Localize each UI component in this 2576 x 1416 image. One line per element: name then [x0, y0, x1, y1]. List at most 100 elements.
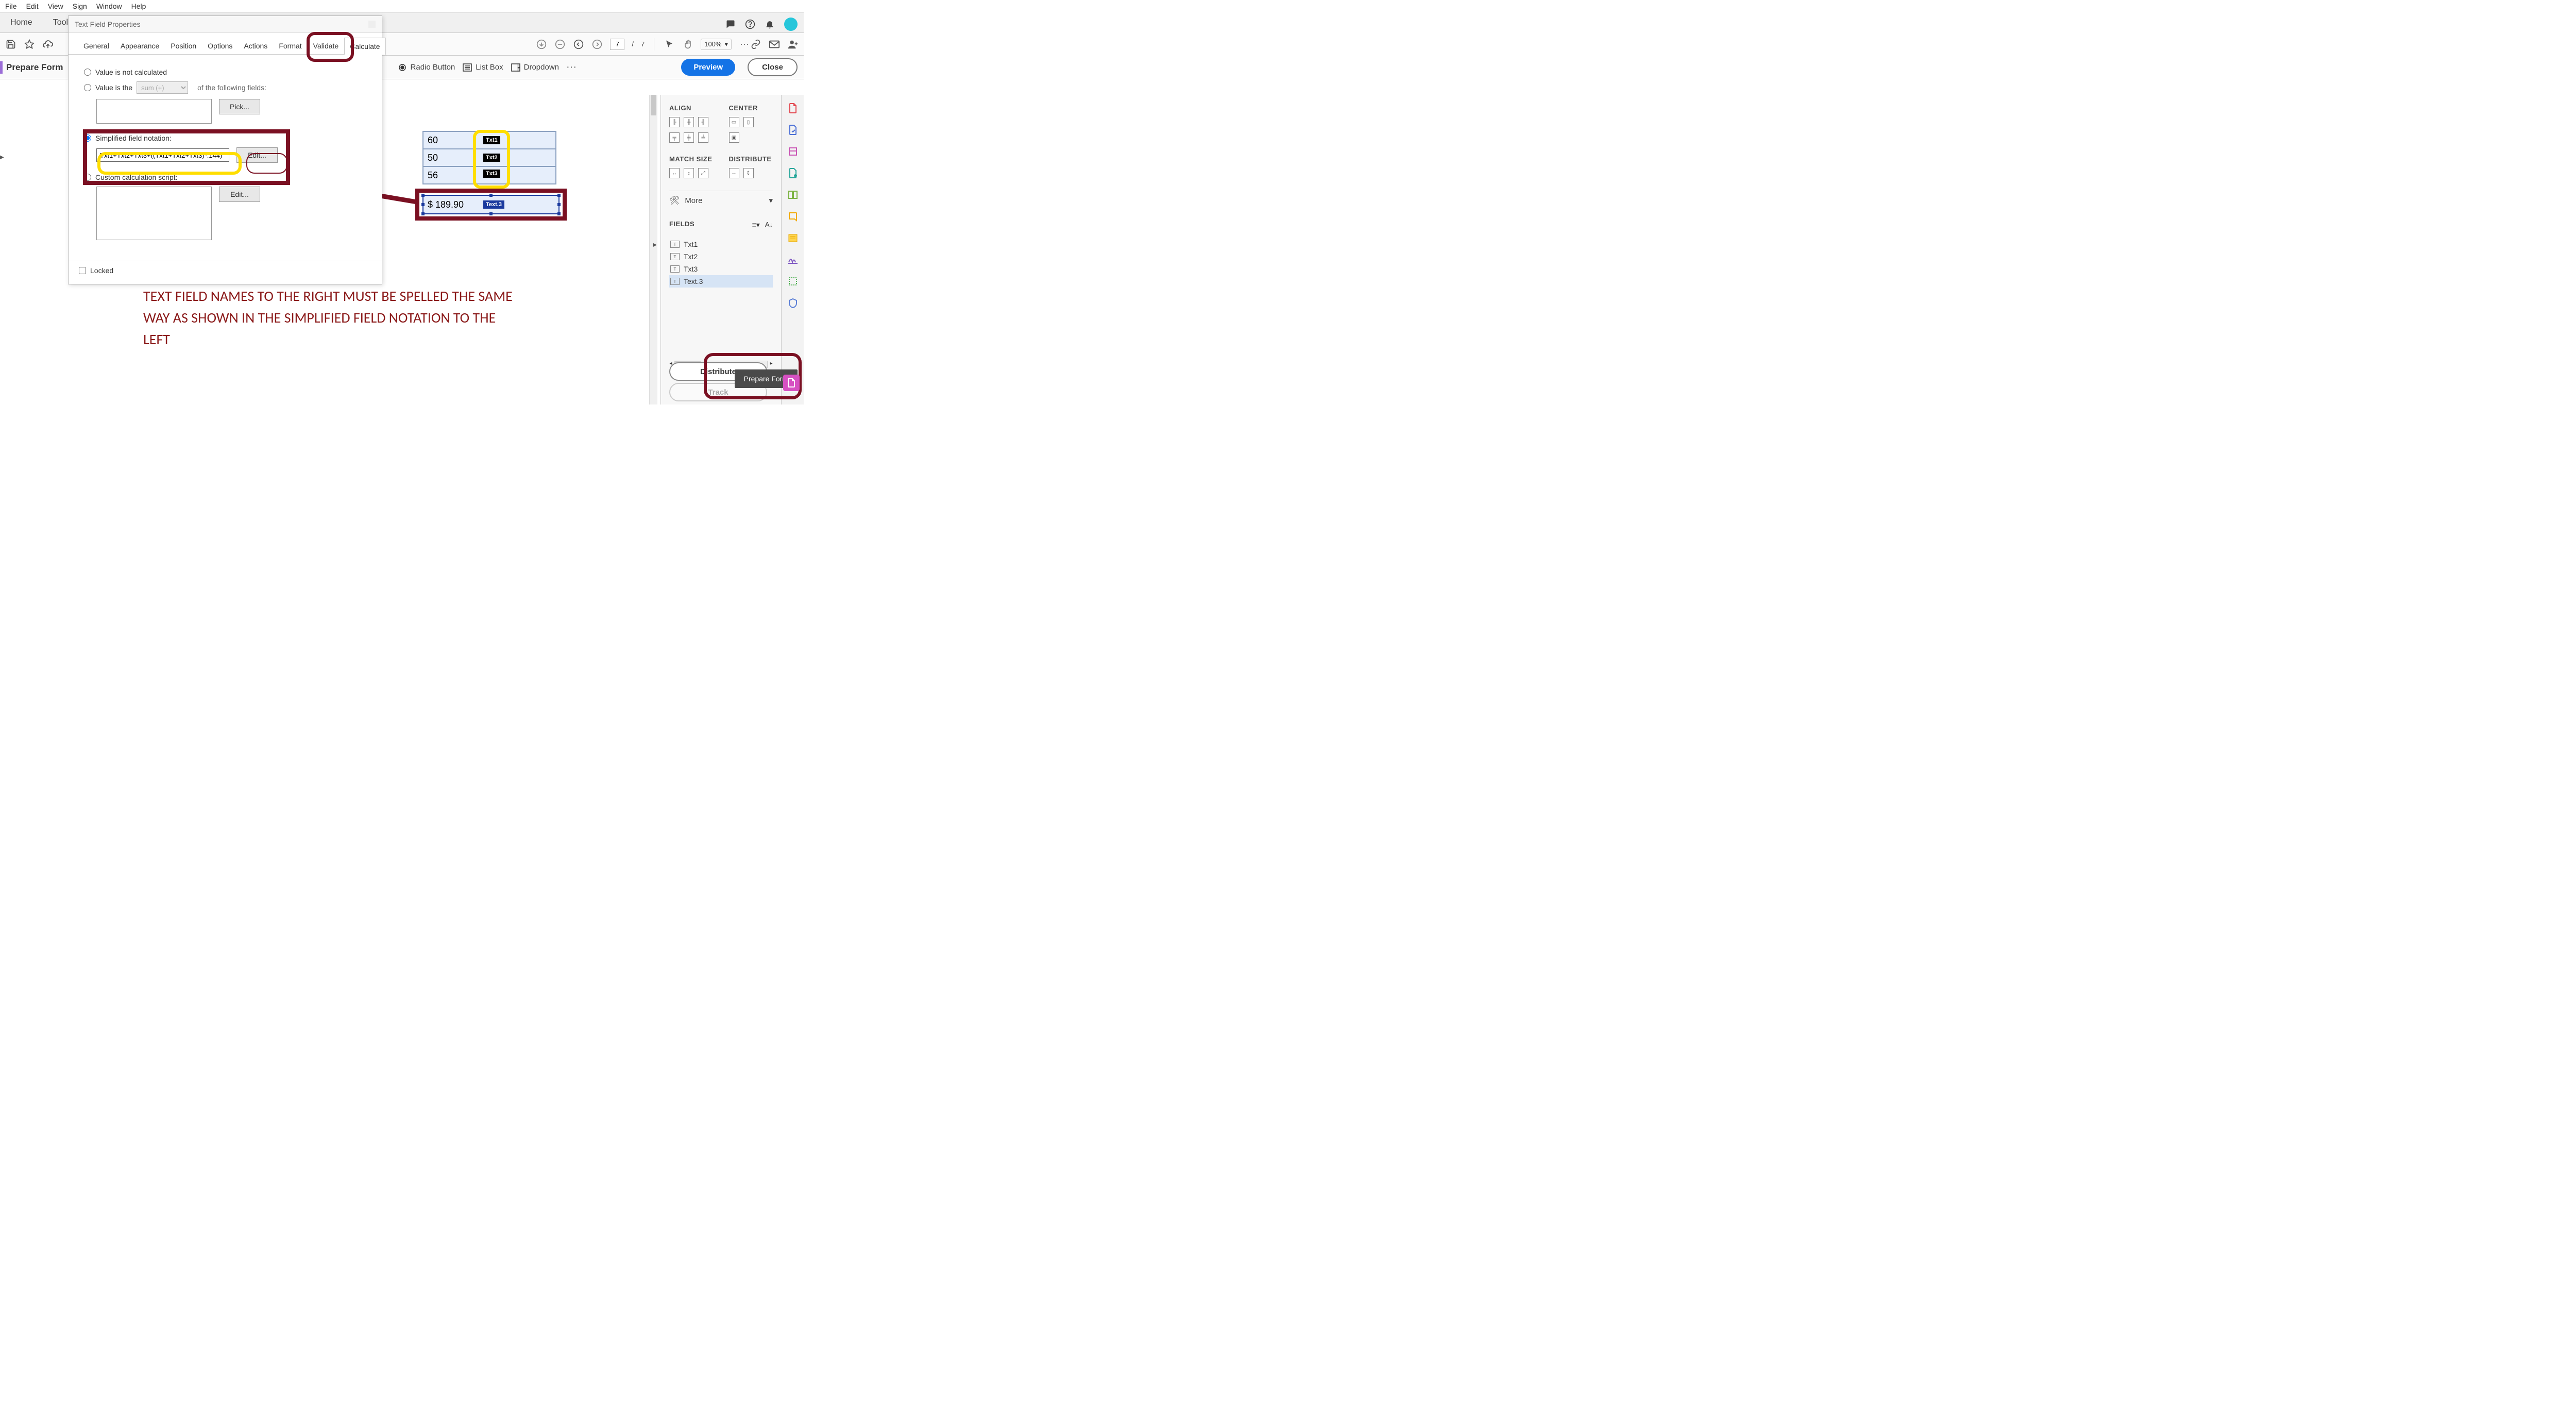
sort-az-icon[interactable]: A↓	[765, 221, 773, 229]
save-icon[interactable]	[5, 39, 16, 50]
match-width-icon[interactable]: ↔	[669, 168, 680, 178]
rail-protect-icon[interactable]	[787, 297, 799, 309]
pointer-icon[interactable]	[664, 39, 675, 50]
tab-general[interactable]: General	[78, 37, 115, 54]
edit-script-button[interactable]: Edit...	[219, 187, 260, 202]
listbox-tool[interactable]: List Box	[462, 62, 503, 73]
align-center-v-icon[interactable]: ╪	[684, 132, 694, 143]
rail-edit-icon[interactable]	[787, 145, 799, 158]
menu-view[interactable]: View	[48, 2, 63, 10]
center-both-icon[interactable]: ▣	[729, 132, 739, 143]
menu-edit[interactable]: Edit	[26, 2, 39, 10]
field-txt1-tag: Txt1	[483, 136, 500, 144]
field-txt1[interactable]: 60 Txt1	[422, 131, 556, 149]
fields-listbox[interactable]	[96, 99, 212, 124]
star-icon[interactable]	[24, 39, 35, 50]
align-left-icon[interactable]: ╟	[669, 117, 680, 127]
cloud-icon[interactable]	[42, 39, 54, 50]
right-collapse-icon[interactable]: ▶	[653, 242, 657, 248]
rail-export-icon[interactable]	[787, 124, 799, 136]
radio-button-tool[interactable]: Radio Button	[397, 62, 455, 73]
purple-indicator	[0, 61, 3, 74]
help-icon[interactable]	[745, 19, 755, 29]
rail-fill-sign-icon[interactable]	[787, 254, 799, 266]
operation-select[interactable]: sum (+)	[137, 81, 188, 94]
locked-checkbox[interactable]	[79, 267, 86, 274]
align-bottom-icon[interactable]: ╧	[698, 132, 708, 143]
rail-note-icon[interactable]	[787, 232, 799, 244]
tab-home[interactable]: Home	[0, 14, 43, 31]
field-result[interactable]: $ 189.90 Text.3	[422, 195, 560, 214]
fields-heading: FIELDS	[669, 220, 694, 228]
rail-organize-icon[interactable]	[787, 189, 799, 201]
menu-sign[interactable]: Sign	[73, 2, 87, 10]
fields-list-text3[interactable]: TText.3	[669, 275, 773, 288]
tab-format[interactable]: Format	[273, 37, 307, 54]
match-size-heading: MATCH SIZE	[669, 155, 714, 163]
align-heading: ALIGN	[669, 104, 714, 112]
fields-list-txt3[interactable]: TTxt3	[669, 263, 773, 275]
fields-list-txt2[interactable]: TTxt2	[669, 250, 773, 263]
prepare-form-rail-icon[interactable]	[783, 375, 800, 391]
match-height-icon[interactable]: ↕	[684, 168, 694, 178]
zoom-dropdown[interactable]: 100%▾	[701, 39, 732, 50]
center-heading: CENTER	[729, 104, 773, 112]
align-center-h-icon[interactable]: ╫	[684, 117, 694, 127]
close-button[interactable]: Close	[748, 58, 798, 76]
rail-comment-icon[interactable]	[787, 210, 799, 223]
avatar[interactable]	[784, 18, 798, 31]
rail-create-icon[interactable]	[787, 102, 799, 114]
radio-value-is[interactable]: Value is the sum (+) of the following fi…	[84, 81, 366, 94]
chat-icon[interactable]	[725, 19, 736, 29]
field-txt1-value: 60	[428, 135, 438, 146]
distribute-h-icon[interactable]: ⇔	[729, 168, 739, 178]
download-icon[interactable]	[536, 39, 547, 50]
page-current-input[interactable]	[610, 39, 624, 50]
fields-list-txt1[interactable]: TTxt1	[669, 238, 773, 250]
link-icon[interactable]	[750, 39, 761, 50]
document-vscrollbar[interactable]	[649, 95, 657, 404]
center-h-icon[interactable]: ▭	[729, 117, 739, 127]
dialog-close-button[interactable]	[368, 21, 376, 28]
field-txt2-value: 50	[428, 153, 438, 163]
custom-script-textarea[interactable]	[96, 187, 212, 240]
tab-actions[interactable]: Actions	[238, 37, 273, 54]
vscroll-thumb[interactable]	[651, 95, 656, 115]
align-top-icon[interactable]: ╤	[669, 132, 680, 143]
preview-button[interactable]: Preview	[681, 59, 735, 76]
refresh-icon[interactable]	[554, 39, 566, 50]
field-txt3[interactable]: 56 Txt3	[422, 166, 556, 184]
center-v-icon[interactable]: ▯	[743, 117, 754, 127]
tab-appearance[interactable]: Appearance	[115, 37, 165, 54]
sort-order-icon[interactable]: ≡▾	[752, 221, 760, 229]
more-tools-icon[interactable]: ···	[739, 39, 750, 50]
annotation-simplified-box	[83, 129, 290, 185]
left-expand-icon[interactable]: ▶	[0, 155, 4, 160]
radio-not-calculated-input[interactable]	[84, 69, 91, 76]
match-both-icon[interactable]: ⤢	[698, 168, 708, 178]
radio-value-is-input[interactable]	[84, 84, 91, 91]
field-txt2[interactable]: 50 Txt2	[422, 148, 556, 167]
next-page-icon[interactable]	[591, 39, 603, 50]
tab-position[interactable]: Position	[165, 37, 202, 54]
distribute-heading: DISTRIBUTE	[729, 155, 773, 163]
rail-sign-icon[interactable]: +	[787, 167, 799, 179]
distribute-v-icon[interactable]: ⇕	[743, 168, 754, 178]
prev-page-icon[interactable]	[573, 39, 584, 50]
more-dropdown[interactable]: 🛠 More ▾	[669, 191, 773, 210]
menu-help[interactable]: Help	[131, 2, 146, 10]
hand-icon[interactable]	[682, 39, 693, 50]
menu-window[interactable]: Window	[96, 2, 122, 10]
dropdown-tool[interactable]: Dropdown	[511, 62, 559, 73]
radio-not-calculated[interactable]: Value is not calculated	[84, 68, 366, 76]
add-user-icon[interactable]	[787, 39, 799, 50]
rail-stamp-icon[interactable]	[787, 275, 799, 288]
tab-options[interactable]: Options	[202, 37, 238, 54]
mail-icon[interactable]	[769, 39, 780, 50]
align-right-icon[interactable]: ╢	[698, 117, 708, 127]
more-form-tools[interactable]: ···	[566, 61, 577, 73]
menu-file[interactable]: File	[5, 2, 17, 10]
dialog-titlebar: Text Field Properties	[69, 16, 382, 33]
bell-icon[interactable]	[765, 19, 775, 29]
pick-button[interactable]: Pick...	[219, 99, 260, 114]
